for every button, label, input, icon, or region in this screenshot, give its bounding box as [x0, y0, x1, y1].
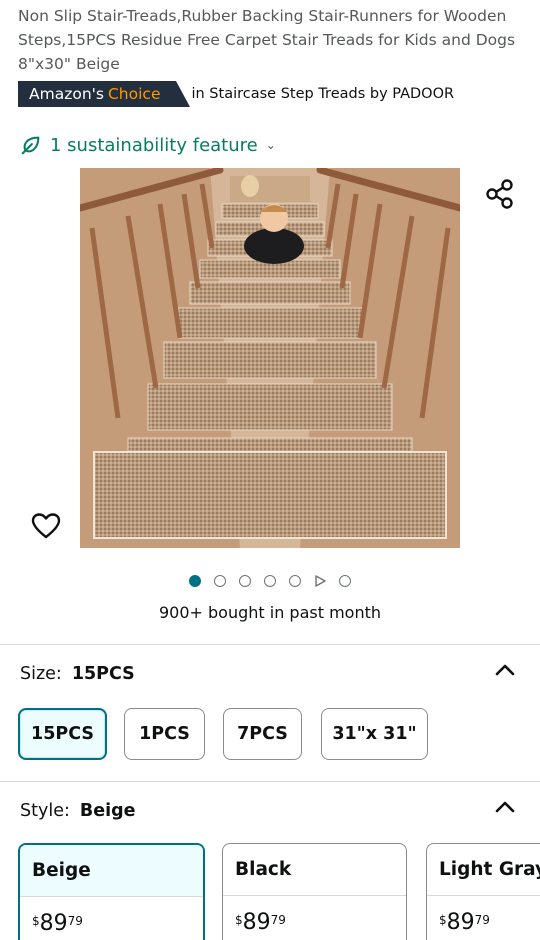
share-icon[interactable] [485, 178, 515, 210]
carousel-dot-6[interactable] [339, 575, 351, 587]
chevron-down-icon: ⌄ [265, 138, 276, 152]
product-image[interactable] [80, 168, 460, 548]
price-currency: $ [235, 913, 243, 927]
chevron-up-icon[interactable] [494, 799, 516, 813]
price-dollars: 89 [39, 911, 68, 936]
divider [0, 781, 540, 782]
style-name: Black [223, 844, 406, 896]
size-selected: 15PCS [71, 664, 135, 684]
carousel-dot-5[interactable] [289, 575, 301, 587]
divider [0, 644, 540, 645]
sustainability-text: 1 sustainability feature [50, 134, 258, 156]
badge-category[interactable]: in Staircase Step Treads by PADOOR [191, 86, 454, 102]
style-label: Style: [20, 801, 70, 821]
style-option-black[interactable]: Black $ 89 79 [222, 843, 407, 940]
style-name: Light Gray [427, 844, 540, 896]
size-option-1pcs[interactable]: 1PCS [124, 708, 205, 760]
style-price: $ 89 79 [20, 897, 203, 936]
amazons-choice-badge[interactable]: Amazon's Choice [18, 81, 191, 107]
price-dollars: 89 [446, 910, 475, 935]
product-title: Non Slip Stair-Treads,Rubber Backing Sta… [18, 7, 516, 73]
style-label-row: Style: Beige [20, 801, 135, 821]
carousel-dot-1[interactable] [189, 575, 201, 587]
sustainability-link[interactable]: 1 sustainability feature ⌄ [20, 131, 276, 159]
chevron-up-icon[interactable] [494, 662, 516, 676]
leaf-icon [21, 136, 40, 155]
size-option-15pcs[interactable]: 15PCS [18, 708, 107, 760]
style-selected: Beige [79, 801, 136, 821]
size-label-row: Size: 15PCS [20, 664, 135, 684]
carousel-dot-3[interactable] [239, 575, 251, 587]
price-cents: 79 [67, 914, 83, 928]
price-cents: 79 [270, 913, 286, 927]
style-price: $ 89 79 [223, 896, 406, 935]
style-option-light-gray[interactable]: Light Gray $ 89 79 [426, 843, 540, 940]
carousel-dot-2[interactable] [214, 575, 226, 587]
amazons-choice-row[interactable]: Amazon's Choice in Staircase Step Treads… [18, 81, 454, 107]
badge-prefix: Amazon's [29, 85, 104, 103]
carousel-dot-4[interactable] [264, 575, 276, 587]
size-option-31x31[interactable]: 31"x 31" [321, 708, 428, 760]
size-option-7pcs[interactable]: 7PCS [223, 708, 302, 760]
style-price: $ 89 79 [427, 896, 540, 935]
style-option-beige[interactable]: Beige $ 89 79 [18, 843, 205, 940]
badge-choice: Choice [107, 85, 161, 103]
heart-icon[interactable] [31, 512, 61, 540]
price-cents: 79 [474, 913, 490, 927]
image-carousel-dots[interactable] [189, 575, 351, 587]
bought-count: 900+ bought in past month [158, 603, 382, 622]
size-label: Size: [20, 664, 62, 684]
style-name: Beige [20, 845, 203, 897]
price-currency: $ [439, 913, 447, 927]
price-dollars: 89 [242, 910, 271, 935]
price-currency: $ [32, 914, 40, 928]
video-play-icon[interactable] [314, 575, 326, 587]
